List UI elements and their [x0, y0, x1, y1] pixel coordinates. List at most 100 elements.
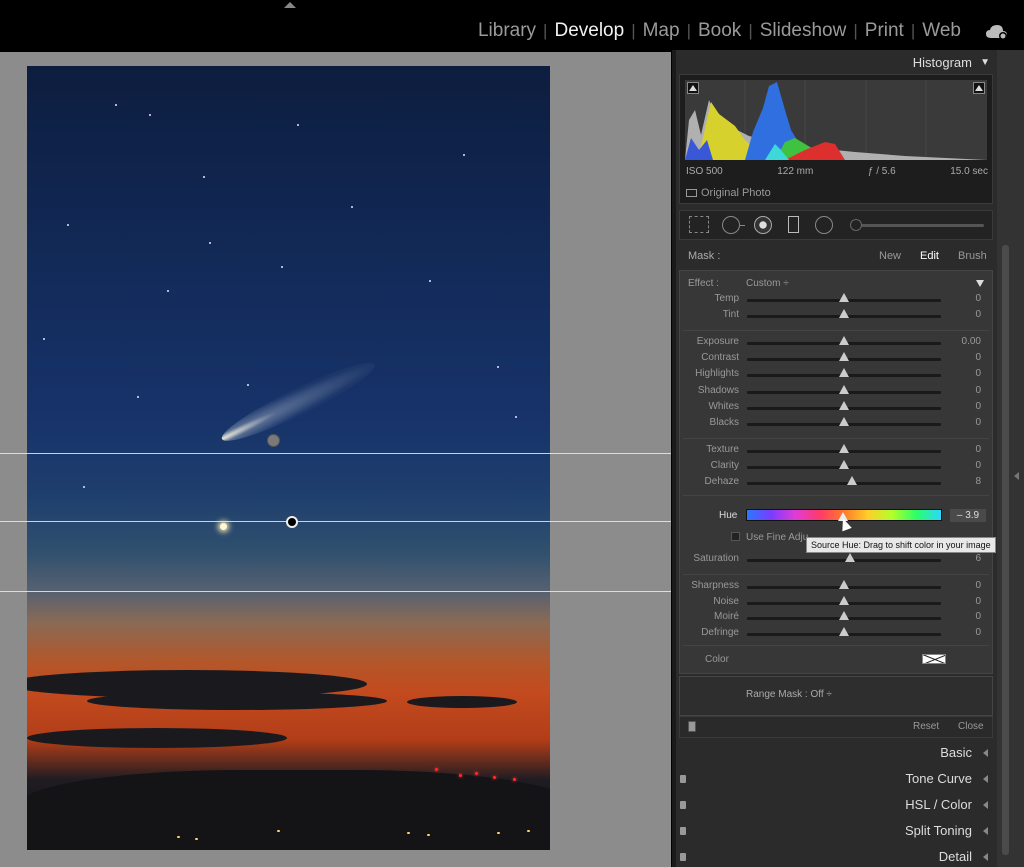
- module-book[interactable]: Book: [691, 20, 748, 42]
- range-mask-select[interactable]: Range Mask : Off ÷: [746, 689, 832, 700]
- slider-label: Dehaze: [704, 476, 739, 487]
- slider-thumb[interactable]: [844, 553, 855, 562]
- mask-brush-button[interactable]: Brush: [958, 250, 987, 262]
- module-develop[interactable]: Develop: [547, 20, 631, 42]
- slider-value[interactable]: 0: [975, 627, 981, 638]
- slider-value[interactable]: 0: [975, 309, 981, 320]
- slider-row-sharpness: Sharpness 0: [679, 580, 993, 596]
- slider-value[interactable]: 0: [975, 368, 981, 379]
- module-web[interactable]: Web: [915, 20, 968, 42]
- panel-switch-icon[interactable]: [680, 827, 686, 835]
- slider-value[interactable]: 0: [975, 580, 981, 591]
- slider-track[interactable]: [747, 482, 941, 485]
- close-button[interactable]: Close: [958, 721, 984, 732]
- slider-value[interactable]: 0: [975, 352, 981, 363]
- slider-thumb[interactable]: [839, 444, 849, 453]
- gradient-top-line[interactable]: [0, 453, 671, 454]
- slider-value[interactable]: 0: [975, 460, 981, 471]
- slider-thumb[interactable]: [839, 309, 849, 318]
- module-map[interactable]: Map: [636, 20, 687, 42]
- slider-value[interactable]: 0: [975, 611, 981, 622]
- collapse-top-panel-icon[interactable]: [284, 2, 296, 8]
- slider-row-clarity: Clarity 0: [679, 460, 993, 476]
- iso-value: ISO 500: [686, 166, 723, 177]
- slider-thumb[interactable]: [839, 611, 849, 620]
- expand-triangle-icon[interactable]: [983, 749, 988, 757]
- section-basic[interactable]: Basic: [680, 741, 996, 765]
- expand-triangle-icon[interactable]: [983, 827, 988, 835]
- panel-collapse-icon[interactable]: [1014, 472, 1019, 480]
- effect-preset-select[interactable]: Custom ÷: [746, 278, 789, 289]
- expand-triangle-icon[interactable]: [983, 801, 988, 809]
- slider-value[interactable]: 0: [975, 293, 981, 304]
- cloud-sync-icon[interactable]: [985, 24, 1009, 40]
- histogram-header[interactable]: Histogram ▼: [680, 51, 996, 75]
- slider-thumb[interactable]: [839, 385, 849, 394]
- slider-thumb[interactable]: [839, 460, 849, 469]
- slider-thumb[interactable]: [839, 417, 849, 426]
- slider-value[interactable]: 0.00: [962, 336, 981, 347]
- slider-value[interactable]: 0: [975, 401, 981, 412]
- gradient-bottom-line[interactable]: [0, 591, 671, 592]
- slider-thumb[interactable]: [839, 336, 849, 345]
- adjustment-brush-icon[interactable]: [850, 219, 862, 231]
- slider-thumb[interactable]: [839, 580, 849, 589]
- reset-button[interactable]: Reset: [913, 721, 939, 732]
- slider-thumb[interactable]: [839, 368, 849, 377]
- section-hsl-color[interactable]: HSL / Color: [680, 793, 996, 817]
- expand-triangle-icon[interactable]: [983, 775, 988, 783]
- histogram-graph[interactable]: [685, 80, 987, 160]
- photo-canvas[interactable]: [0, 52, 671, 867]
- collapse-triangle-icon[interactable]: ▼: [980, 51, 990, 75]
- slider-thumb[interactable]: [839, 352, 849, 361]
- gradient-rotate-handle[interactable]: [267, 434, 280, 447]
- spot-removal-icon[interactable]: [722, 216, 745, 234]
- radial-filter-icon[interactable]: [815, 216, 833, 234]
- crop-tool-icon[interactable]: [689, 216, 709, 233]
- photo-image[interactable]: [27, 66, 550, 850]
- color-swatch[interactable]: [922, 654, 946, 664]
- panel-switch-icon[interactable]: [680, 801, 686, 809]
- mask-on-off-switch[interactable]: [688, 721, 696, 732]
- effect-collapse-icon[interactable]: [976, 280, 984, 287]
- slider-thumb[interactable]: [839, 293, 849, 302]
- section-tone-curve[interactable]: Tone Curve: [680, 767, 996, 791]
- slider-value[interactable]: 0: [975, 444, 981, 455]
- slider-value[interactable]: 0: [975, 596, 981, 607]
- slider-thumb[interactable]: [839, 596, 849, 605]
- slider-thumb[interactable]: [846, 476, 857, 485]
- mask-new-button[interactable]: New: [879, 250, 901, 262]
- module-library[interactable]: Library: [471, 20, 543, 42]
- original-photo-toggle[interactable]: Original Photo: [686, 187, 771, 199]
- hue-value-field[interactable]: – 3.9: [950, 509, 986, 522]
- mask-footer: [679, 716, 993, 738]
- slider-thumb[interactable]: [839, 627, 849, 636]
- gradient-center-line[interactable]: [0, 521, 671, 522]
- slider-value[interactable]: 0: [975, 385, 981, 396]
- module-print[interactable]: Print: [858, 20, 911, 42]
- slider-thumb[interactable]: [839, 401, 849, 410]
- panel-scroll-thumb[interactable]: [1002, 245, 1009, 855]
- red-eye-icon[interactable]: [754, 216, 772, 234]
- expand-triangle-icon[interactable]: [983, 853, 988, 861]
- highlight-clipping-button[interactable]: [973, 82, 985, 94]
- graduated-filter-icon[interactable]: [788, 216, 799, 233]
- mask-edit-button[interactable]: Edit: [920, 250, 939, 262]
- shadow-clipping-button[interactable]: [687, 82, 699, 94]
- module-slideshow[interactable]: Slideshow: [753, 20, 854, 42]
- panel-switch-icon[interactable]: [680, 775, 686, 783]
- gradient-center-pin[interactable]: [286, 516, 298, 528]
- section-divider: [683, 574, 989, 575]
- slider-label: Sharpness: [691, 580, 739, 591]
- section-detail[interactable]: Detail: [680, 845, 996, 867]
- section-split-toning[interactable]: Split Toning: [680, 819, 996, 843]
- slider-label: Highlights: [695, 368, 739, 379]
- slider-value[interactable]: 6: [975, 553, 981, 564]
- panel-switch-icon[interactable]: [680, 853, 686, 861]
- slider-row-texture: Texture 0: [679, 444, 993, 460]
- slider-value[interactable]: 0: [975, 417, 981, 428]
- fine-adjust-checkbox[interactable]: [731, 532, 740, 541]
- adjustment-brush-track[interactable]: [850, 224, 984, 227]
- comet-tail: [216, 352, 381, 451]
- slider-value[interactable]: 8: [975, 476, 981, 487]
